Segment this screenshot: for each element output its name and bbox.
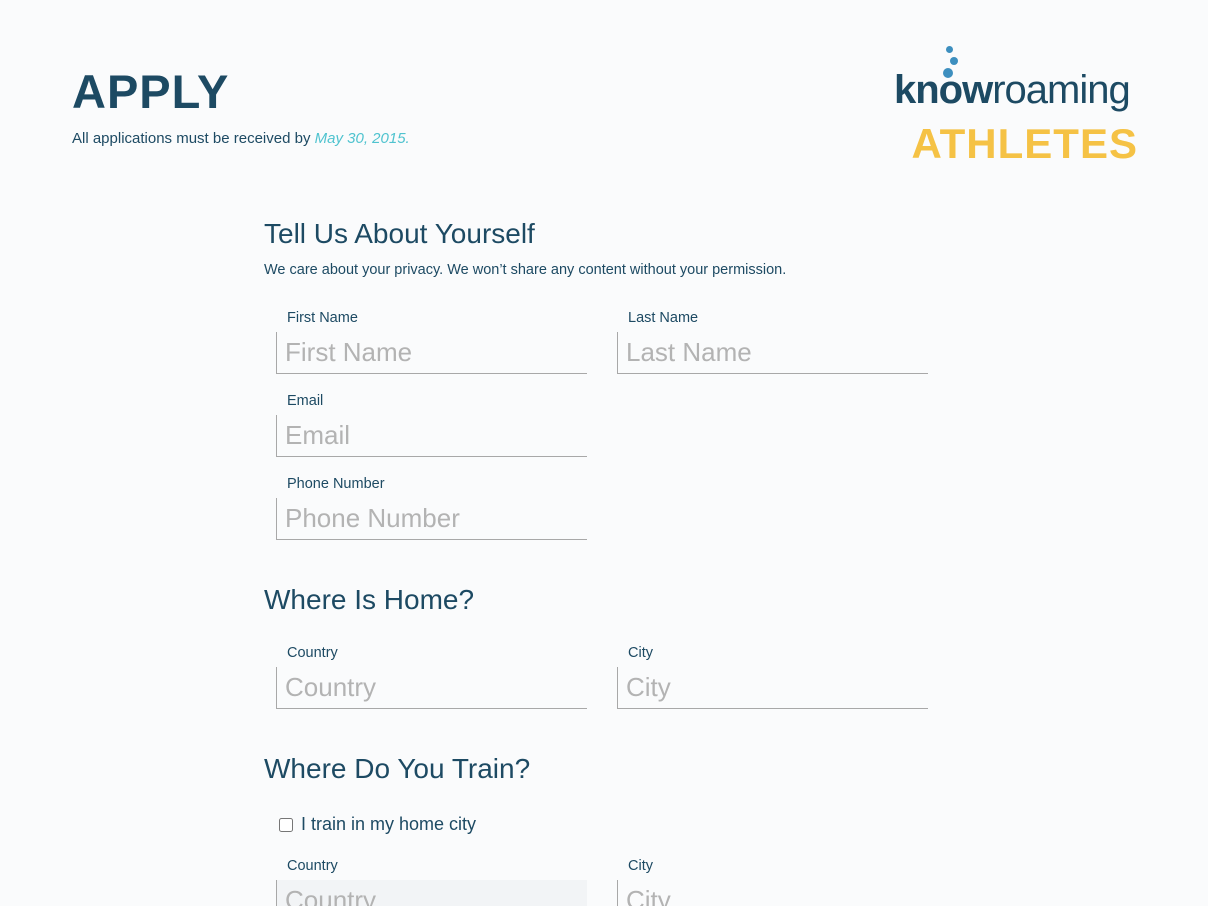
home-section-title: Where Is Home? xyxy=(264,584,475,615)
phone-input[interactable] xyxy=(276,498,587,540)
last-name-group: Last Name xyxy=(617,310,928,374)
train-country-group: Country xyxy=(276,858,587,906)
deadline-text: All applications must be received by May… xyxy=(72,130,410,147)
knowroaming-athletes-logo: knowroaming ATHLETES xyxy=(890,42,1140,167)
deadline-prefix: All applications must be received by xyxy=(72,130,311,147)
application-page: APPLY All applications must be received … xyxy=(0,0,1208,906)
last-name-input[interactable] xyxy=(617,332,928,374)
first-name-input[interactable] xyxy=(276,332,587,374)
home-city-label: City xyxy=(628,645,653,661)
logo-tagline: ATHLETES xyxy=(911,120,1138,167)
last-name-label: Last Name xyxy=(628,310,699,326)
home-city-input[interactable] xyxy=(617,667,928,709)
home-country-label: Country xyxy=(287,645,338,661)
phone-group: Phone Number xyxy=(276,476,587,540)
home-city-group: City xyxy=(617,645,928,709)
home-country-group: Country xyxy=(276,645,587,709)
train-country-input[interactable] xyxy=(276,880,587,906)
deadline-date: May 30, 2015. xyxy=(314,130,410,147)
email-group: Email xyxy=(276,393,587,457)
home-country-input[interactable] xyxy=(276,667,587,709)
train-home-city-checkbox[interactable] xyxy=(279,817,293,832)
train-home-city-option[interactable]: I train in my home city xyxy=(279,814,476,835)
first-name-label: First Name xyxy=(287,310,358,326)
about-section-title: Tell Us About Yourself xyxy=(264,218,535,249)
first-name-group: First Name xyxy=(276,310,587,374)
train-country-label: Country xyxy=(287,858,338,874)
train-section-title: Where Do You Train? xyxy=(264,753,531,784)
email-label: Email xyxy=(287,393,324,409)
train-city-label: City xyxy=(628,858,653,874)
train-home-city-label: I train in my home city xyxy=(301,814,477,834)
page-title: APPLY xyxy=(72,65,230,118)
logo-wordmark: knowroaming xyxy=(894,68,1131,112)
train-city-input[interactable] xyxy=(617,880,928,906)
privacy-note: We care about your privacy. We won’t sha… xyxy=(264,262,787,278)
phone-label: Phone Number xyxy=(287,476,385,492)
train-city-group: City xyxy=(617,858,928,906)
email-input[interactable] xyxy=(276,415,587,457)
